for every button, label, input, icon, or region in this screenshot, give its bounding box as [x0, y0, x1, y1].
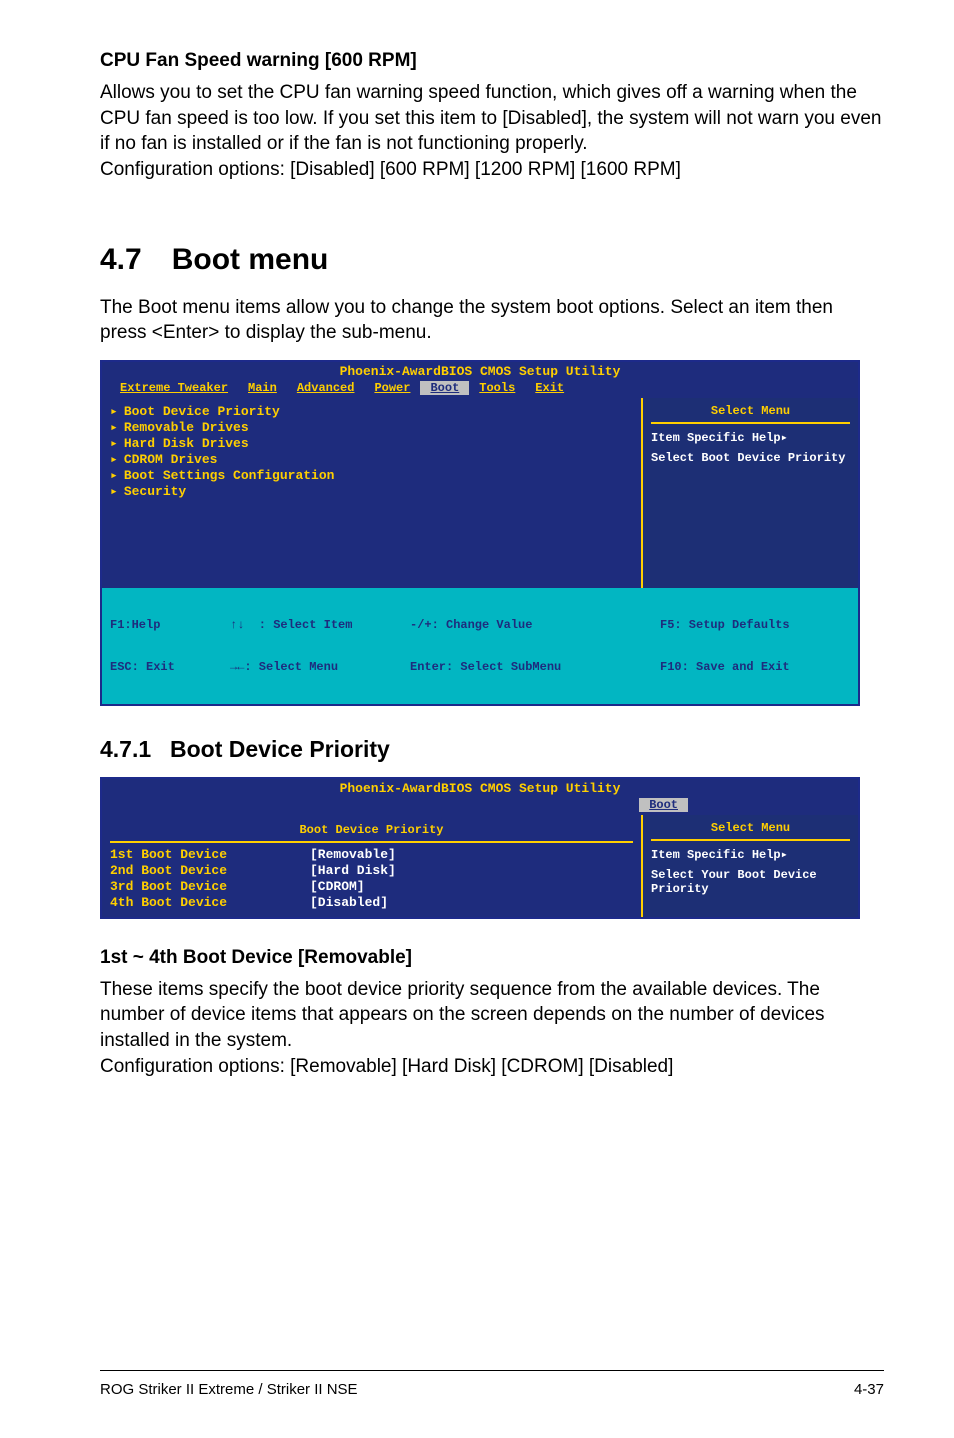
bios1-help-line1: Item Specific Help	[651, 431, 781, 445]
footer-select-item: ↑↓ : Select Item	[230, 618, 410, 632]
bios2-help-line2: Select Your Boot Device Priority	[651, 868, 850, 896]
bios1-footer: F1:Help ESC: Exit ↑↓ : Select Item →←: S…	[102, 588, 858, 704]
item-hard-disk-drives: Hard Disk Drives	[124, 436, 249, 451]
sec1-body: Allows you to set the CPU fan warning sp…	[100, 80, 884, 183]
bios1-help: Item Specific Help▸ Select Boot Device P…	[651, 430, 850, 465]
footer-f1: F1:Help	[110, 618, 230, 632]
tab-extreme-tweaker: Extreme Tweaker	[110, 381, 238, 395]
tab-boot: Boot	[420, 381, 469, 395]
bios-screenshot-boot-menu: Phoenix-AwardBIOS CMOS Setup Utility Ext…	[100, 360, 860, 706]
tab-tools: Tools	[469, 381, 525, 395]
heading-47-num: 4.7	[100, 243, 142, 276]
heading-47-text: Boot menu	[172, 243, 329, 276]
item-security: Security	[124, 484, 186, 499]
bios1-right-panel: Select Menu Item Specific Help▸ Select B…	[643, 398, 858, 588]
footer-select-menu: →←: Select Menu	[230, 660, 410, 674]
heading-471-num: 4.7.1	[100, 736, 170, 763]
sec2-title: 1st ~ 4th Boot Device [Removable]	[100, 947, 884, 969]
heading-47: 4.7 Boot menu	[100, 243, 884, 277]
item-cdrom-drives: CDROM Drives	[124, 452, 218, 467]
sec2-body: These items specify the boot device prio…	[100, 977, 884, 1080]
triangle-icon: ▸	[110, 468, 118, 483]
row-1st-label: 1st Boot Device	[110, 847, 310, 862]
bios1-title: Phoenix-AwardBIOS CMOS Setup Utility	[102, 362, 858, 381]
heading-471: 4.7.1Boot Device Priority	[100, 736, 884, 763]
bios2-right-panel: Select Menu Item Specific Help▸ Select Y…	[643, 815, 858, 917]
bios1-select-menu: Select Menu	[651, 402, 850, 424]
footer-f10: F10: Save and Exit	[660, 660, 850, 674]
row-4th-value: [Disabled]	[310, 895, 388, 910]
bios2-title: Phoenix-AwardBIOS CMOS Setup Utility	[102, 779, 858, 798]
triangle-icon: ▸	[110, 436, 118, 451]
bios2-select-menu: Select Menu	[651, 819, 850, 841]
triangle-right-icon: ▸	[781, 431, 788, 445]
tab-main: Main	[238, 381, 287, 395]
row-1st-value: [Removable]	[310, 847, 396, 862]
footer-product-name: ROG Striker II Extreme / Striker II NSE	[100, 1381, 358, 1398]
row-2nd-label: 2nd Boot Device	[110, 863, 310, 878]
footer-change-value: -/+: Change Value	[410, 618, 660, 632]
tab-exit: Exit	[525, 381, 574, 395]
bios1-left-panel: ▸Boot Device Priority ▸Removable Drives …	[102, 398, 643, 588]
triangle-icon: ▸	[110, 404, 118, 419]
footer-f5: F5: Setup Defaults	[660, 618, 850, 632]
tab-power: Power	[364, 381, 420, 395]
footer-esc: ESC: Exit	[110, 660, 230, 674]
bios2-left-panel: Boot Device Priority 1st Boot Device[Rem…	[102, 815, 643, 917]
tab-boot-2: Boot	[639, 798, 688, 812]
footer-page-number: 4-37	[854, 1381, 884, 1398]
bios2-help: Item Specific Help▸ Select Your Boot Dev…	[651, 847, 850, 896]
sec1-title: CPU Fan Speed warning [600 RPM]	[100, 50, 884, 72]
heading-471-text: Boot Device Priority	[170, 736, 390, 762]
item-removable-drives: Removable Drives	[124, 420, 249, 435]
bios2-menubar: x Boot	[102, 798, 858, 815]
row-3rd-value: [CDROM]	[310, 879, 365, 894]
triangle-icon: ▸	[110, 484, 118, 499]
bios2-help-line1: Item Specific Help	[651, 848, 781, 862]
triangle-right-icon: ▸	[781, 848, 788, 862]
row-4th-label: 4th Boot Device	[110, 895, 310, 910]
bios1-menubar: Extreme Tweaker Main Advanced Power Boot…	[102, 381, 858, 398]
bios2-screen-title: Boot Device Priority	[110, 821, 633, 843]
tab-advanced: Advanced	[287, 381, 365, 395]
item-boot-settings-config: Boot Settings Configuration	[124, 468, 335, 483]
page-footer: ROG Striker II Extreme / Striker II NSE …	[100, 1370, 884, 1398]
triangle-icon: ▸	[110, 420, 118, 435]
intro-47: The Boot menu items allow you to change …	[100, 295, 884, 346]
item-boot-device-priority: Boot Device Priority	[124, 404, 280, 419]
triangle-icon: ▸	[110, 452, 118, 467]
bios-screenshot-boot-priority: Phoenix-AwardBIOS CMOS Setup Utility x B…	[100, 777, 860, 919]
row-2nd-value: [Hard Disk]	[310, 863, 396, 878]
footer-enter-submenu: Enter: Select SubMenu	[410, 660, 660, 674]
row-3rd-label: 3rd Boot Device	[110, 879, 310, 894]
bios1-help-line2: Select Boot Device Priority	[651, 451, 850, 465]
